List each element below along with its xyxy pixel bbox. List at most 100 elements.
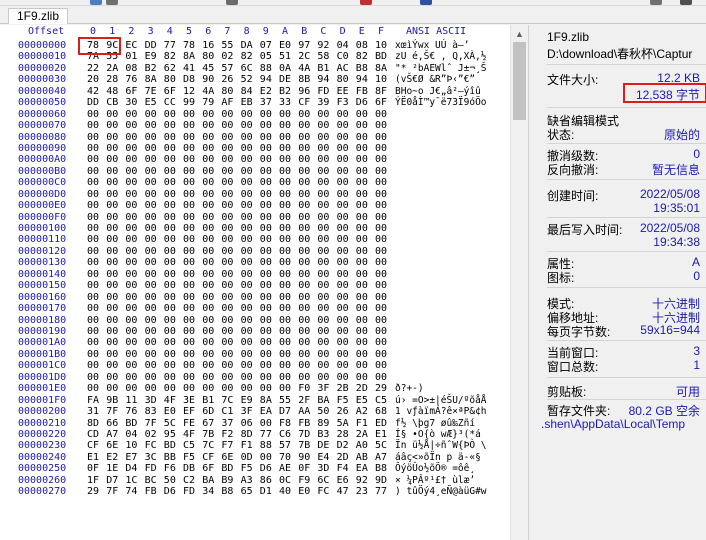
hex-byte[interactable]: 7C <box>221 395 233 406</box>
hex-byte[interactable]: 00 <box>145 234 157 245</box>
hex-byte[interactable]: 00 <box>241 315 253 326</box>
hex-byte[interactable]: 00 <box>183 132 195 143</box>
hex-byte[interactable]: 00 <box>125 212 137 223</box>
hex-byte[interactable]: 00 <box>202 383 214 394</box>
hex-row[interactable]: 00000010 7A 55 01 E9 82 8A 80 02 82 05 51 2C 58 C0 82 BD… <box>0 51 510 62</box>
hex-byte[interactable]: 00 <box>221 315 233 326</box>
hex-byte[interactable]: FD <box>145 463 157 474</box>
hex-byte[interactable]: 00 <box>356 166 368 177</box>
hex-byte[interactable]: 05 <box>260 51 272 62</box>
row-ascii[interactable]: Ïn ü½Å|÷ñˆW{ÞÒ \ <box>395 440 487 451</box>
hex-byte[interactable]: 00 <box>125 246 137 257</box>
hex-byte[interactable]: 00 <box>279 280 291 291</box>
hex-byte[interactable]: 00 <box>202 280 214 291</box>
hex-byte[interactable]: 00 <box>317 154 329 165</box>
hex-row[interactable]: 000001C0 00 00 00 00 00 00 00 00 00 00 00 00 00 00 00 00 <box>0 360 510 371</box>
hex-byte[interactable]: 00 <box>279 120 291 131</box>
hex-byte[interactable]: 00 <box>221 109 233 120</box>
hex-byte[interactable]: 00 <box>87 166 99 177</box>
hex-byte[interactable]: 00 <box>260 109 272 120</box>
hex-byte[interactable]: 00 <box>337 337 349 348</box>
hex-byte[interactable]: 00 <box>279 292 291 303</box>
hex-byte[interactable]: 00 <box>241 166 253 177</box>
hex-byte[interactable]: 00 <box>202 212 214 223</box>
hex-byte[interactable]: 00 <box>87 132 99 143</box>
hex-byte[interactable]: 00 <box>221 246 233 257</box>
hex-byte[interactable]: 00 <box>298 132 310 143</box>
hex-byte[interactable]: 00 <box>183 280 195 291</box>
hex-byte[interactable]: 00 <box>183 269 195 280</box>
hex-byte[interactable]: 5C <box>375 440 387 451</box>
hex-byte[interactable]: 00 <box>221 303 233 314</box>
hex-byte[interactable]: E1 <box>87 452 99 463</box>
hex-byte[interactable]: CB <box>106 97 118 108</box>
hex-byte[interactable]: 00 <box>279 154 291 165</box>
hex-byte[interactable]: 80 <box>202 51 214 62</box>
hex-byte[interactable]: 00 <box>337 292 349 303</box>
hex-byte[interactable]: 00 <box>279 212 291 223</box>
hex-byte[interactable]: 80 <box>337 74 349 85</box>
hex-byte[interactable]: 00 <box>337 315 349 326</box>
hex-byte[interactable]: 74 <box>125 486 137 497</box>
hex-row[interactable]: 00000150 00 00 00 00 00 00 00 00 00 00 00 00 00 00 00 00 <box>0 280 510 291</box>
hex-byte[interactable]: 2A <box>356 429 368 440</box>
hex-byte[interactable]: 06 <box>241 418 253 429</box>
hex-byte[interactable]: 00 <box>221 292 233 303</box>
row-ascii[interactable]: ) tûÖý4¸eÑ@àüG#w <box>395 486 487 497</box>
hex-byte[interactable]: 00 <box>260 154 272 165</box>
hex-byte[interactable]: 00 <box>106 349 118 360</box>
hex-byte[interactable]: 2F <box>298 395 310 406</box>
hex-byte[interactable]: 00 <box>221 360 233 371</box>
hex-byte[interactable]: 00 <box>202 154 214 165</box>
hex-byte[interactable]: 00 <box>221 349 233 360</box>
hex-byte[interactable]: 00 <box>260 257 272 268</box>
hex-byte[interactable]: 62 <box>164 63 176 74</box>
hex-byte[interactable]: E4 <box>317 452 329 463</box>
hex-row[interactable]: 00000090 00 00 00 00 00 00 00 00 00 00 00 00 00 00 00 00 <box>0 143 510 154</box>
hex-byte[interactable]: B8 <box>375 463 387 474</box>
hex-byte[interactable]: F0 <box>298 383 310 394</box>
hex-byte[interactable]: 00 <box>164 372 176 383</box>
hex-byte[interactable]: EA <box>260 406 272 417</box>
hex-byte[interactable]: E7 <box>125 452 137 463</box>
hex-byte[interactable]: D1 <box>260 486 272 497</box>
hex-byte[interactable]: 4A <box>202 86 214 97</box>
hex-byte[interactable]: 00 <box>221 212 233 223</box>
hex-byte[interactable]: 00 <box>221 166 233 177</box>
hex-byte[interactable]: 00 <box>87 292 99 303</box>
hex-byte[interactable]: AF <box>221 97 233 108</box>
row-ascii[interactable]: zU é,Š€ , Q,XÀ,½ <box>395 51 487 62</box>
hex-row[interactable]: 00000160 00 00 00 00 00 00 00 00 00 00 00 00 00 00 00 00 <box>0 292 510 303</box>
hex-byte[interactable]: 5A <box>337 418 349 429</box>
hex-byte[interactable]: 00 <box>298 200 310 211</box>
hex-byte[interactable]: 86 <box>260 475 272 486</box>
hex-byte[interactable]: 00 <box>241 177 253 188</box>
hex-byte[interactable]: 00 <box>337 166 349 177</box>
hex-byte[interactable]: 00 <box>183 315 195 326</box>
hex-byte[interactable]: E0 <box>164 406 176 417</box>
hex-byte[interactable]: 00 <box>356 109 368 120</box>
hex-byte[interactable]: 6F <box>202 463 214 474</box>
hex-byte[interactable]: 00 <box>375 154 387 165</box>
hex-byte[interactable]: 00 <box>221 337 233 348</box>
hex-byte[interactable]: 00 <box>125 120 137 131</box>
row-ascii[interactable]: ð?+-) <box>395 383 424 394</box>
hex-byte[interactable]: 00 <box>87 349 99 360</box>
hex-byte[interactable]: 00 <box>356 223 368 234</box>
hex-byte[interactable]: 00 <box>87 177 99 188</box>
hex-byte[interactable]: 00 <box>356 372 368 383</box>
hex-byte[interactable]: BB <box>164 452 176 463</box>
hex-byte[interactable]: 00 <box>279 257 291 268</box>
hex-byte[interactable]: 00 <box>164 326 176 337</box>
hex-byte[interactable]: 00 <box>125 200 137 211</box>
hex-byte[interactable]: DD <box>145 40 157 51</box>
hex-byte[interactable]: 00 <box>164 200 176 211</box>
hex-byte[interactable]: 00 <box>317 177 329 188</box>
hex-byte[interactable]: 00 <box>375 257 387 268</box>
hex-byte[interactable]: 00 <box>87 360 99 371</box>
hex-byte[interactable]: 00 <box>298 326 310 337</box>
hex-row[interactable]: 00000200 31 7F 76 83 E0 EF 6D C1 3F EA D7 AA 50 26 A2 68… <box>0 406 510 417</box>
hex-byte[interactable]: 00 <box>298 349 310 360</box>
hex-byte[interactable]: F1 <box>356 418 368 429</box>
hex-byte[interactable]: 8B <box>298 74 310 85</box>
